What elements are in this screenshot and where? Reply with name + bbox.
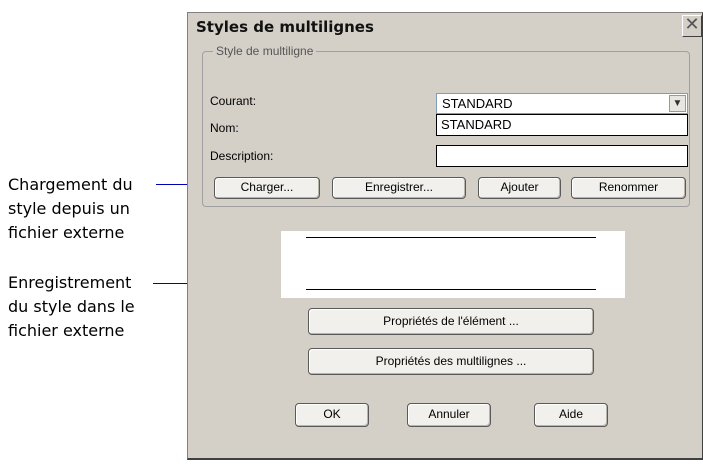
current-style-select[interactable]: STANDARD ▼ [436, 93, 688, 114]
add-button[interactable]: Ajouter [478, 177, 561, 199]
preview-line-top [306, 237, 596, 238]
multiline-preview [281, 231, 625, 298]
multiline-styles-dialog: Styles de multilignes ✕ Style de multili… [187, 12, 703, 460]
current-label: Courant: [210, 94, 257, 108]
cancel-button[interactable]: Annuler [407, 403, 491, 427]
ok-button[interactable]: OK [295, 403, 369, 427]
save-button[interactable]: Enregistrer... [332, 177, 466, 199]
name-label: Nom: [210, 121, 239, 135]
callout-save-text: Enregistrement du style dans le fichier … [8, 273, 135, 340]
current-style-value: STANDARD [442, 96, 513, 111]
callout-load-text: Chargement du style depuis un fichier ex… [8, 175, 133, 242]
title-bar: Styles de multilignes ✕ [188, 13, 702, 40]
chevron-down-icon[interactable]: ▼ [669, 95, 686, 112]
load-button[interactable]: Charger... [214, 177, 320, 199]
group-label: Style de multiligne [213, 44, 317, 58]
description-label: Description: [210, 149, 274, 163]
preview-line-bottom [306, 289, 596, 290]
rename-button[interactable]: Renommer [571, 177, 686, 199]
multiline-properties-button[interactable]: Propriétés des multilignes ... [308, 348, 594, 375]
name-field[interactable]: STANDARD [436, 114, 688, 136]
close-icon[interactable]: ✕ [682, 15, 702, 37]
element-properties-button[interactable]: Propriétés de l'élément ... [308, 308, 594, 335]
description-field[interactable] [436, 145, 688, 167]
dialog-title: Styles de multilignes [196, 18, 374, 36]
help-button[interactable]: Aide [534, 403, 608, 427]
